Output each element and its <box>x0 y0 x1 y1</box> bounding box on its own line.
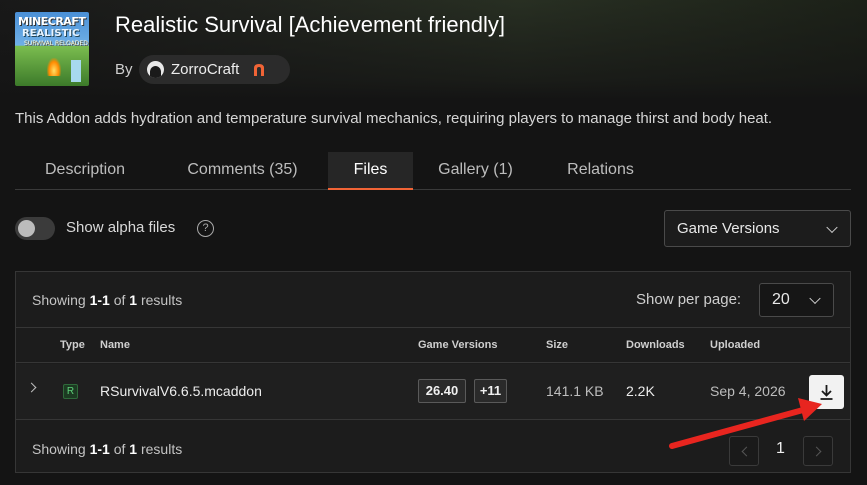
chevron-right-icon <box>811 446 822 457</box>
chevron-left-icon <box>741 446 752 457</box>
per-page-value: 20 <box>772 291 790 308</box>
logo-text-3: SURVIVAL RELOADED <box>24 40 88 47</box>
col-size[interactable]: Size <box>546 339 568 351</box>
logo-campfire <box>47 58 61 76</box>
results-summary-bottom: Showing 1-1 of 1 results <box>32 441 183 457</box>
logo-text-2: REALISTIC <box>22 28 80 39</box>
download-button[interactable] <box>809 375 844 409</box>
chevron-down-icon <box>809 292 821 305</box>
prev-page-button[interactable] <box>729 436 759 466</box>
author-name: ZorroCraft <box>171 61 240 78</box>
col-uploaded[interactable]: Uploaded <box>710 339 760 351</box>
game-version-badge: 26.40 <box>418 379 466 403</box>
chevron-down-icon <box>826 221 838 233</box>
next-page-button[interactable] <box>803 436 833 466</box>
help-icon[interactable]: ? <box>197 220 214 237</box>
file-name[interactable]: RSurvivalV6.6.5.mcaddon <box>100 383 262 399</box>
logo-character <box>71 60 81 82</box>
current-page[interactable]: 1 <box>776 440 785 458</box>
alpha-files-label: Show alpha files <box>66 219 176 236</box>
author-link[interactable]: ZorroCraft <box>139 55 290 84</box>
files-panel-header: Showing 1-1 of 1 results Show per page: … <box>16 272 850 328</box>
per-page-select[interactable]: 20 <box>759 283 834 317</box>
file-uploaded: Sep 4, 2026 <box>710 383 786 399</box>
file-size: 141.1 KB <box>546 383 604 399</box>
more-versions-badge[interactable]: +11 <box>474 379 507 403</box>
release-type-badge: R <box>63 384 78 399</box>
project-tabs: Description Comments (35) Files Gallery … <box>15 152 851 190</box>
tab-gallery[interactable]: Gallery (1) <box>423 152 528 190</box>
logo-text-1: MINECRAFT <box>18 15 86 28</box>
project-logo: MINECRAFT REALISTIC SURVIVAL RELOADED <box>15 12 89 86</box>
results-summary-top: Showing 1-1 of 1 results <box>32 292 183 308</box>
download-icon <box>820 385 833 400</box>
col-name[interactable]: Name <box>100 339 130 351</box>
project-title: Realistic Survival [Achievement friendly… <box>115 12 506 37</box>
expand-chevron-icon[interactable] <box>26 382 37 393</box>
by-label: By <box>115 61 133 78</box>
files-panel: Showing 1-1 of 1 results Show per page: … <box>15 271 851 473</box>
anvil-icon <box>254 63 265 76</box>
tab-comments[interactable]: Comments (35) <box>165 152 320 190</box>
tab-files[interactable]: Files <box>328 152 413 190</box>
file-downloads: 2.2K <box>626 383 655 399</box>
game-versions-label: Game Versions <box>677 220 780 237</box>
game-versions-select[interactable]: Game Versions <box>664 210 851 247</box>
per-page-label: Show per page: <box>636 291 742 308</box>
author-avatar <box>147 61 164 78</box>
tab-description[interactable]: Description <box>15 152 155 190</box>
col-game-versions[interactable]: Game Versions <box>418 339 498 351</box>
alpha-files-toggle[interactable] <box>15 217 55 240</box>
col-downloads[interactable]: Downloads <box>626 339 685 351</box>
project-description: This Addon adds hydration and temperatur… <box>15 110 773 127</box>
table-row[interactable]: R RSurvivalV6.6.5.mcaddon 26.40 +11 141.… <box>16 364 850 420</box>
tab-relations[interactable]: Relations <box>543 152 658 190</box>
table-header: Type Name Game Versions Size Downloads U… <box>16 328 850 363</box>
col-type[interactable]: Type <box>60 339 85 351</box>
